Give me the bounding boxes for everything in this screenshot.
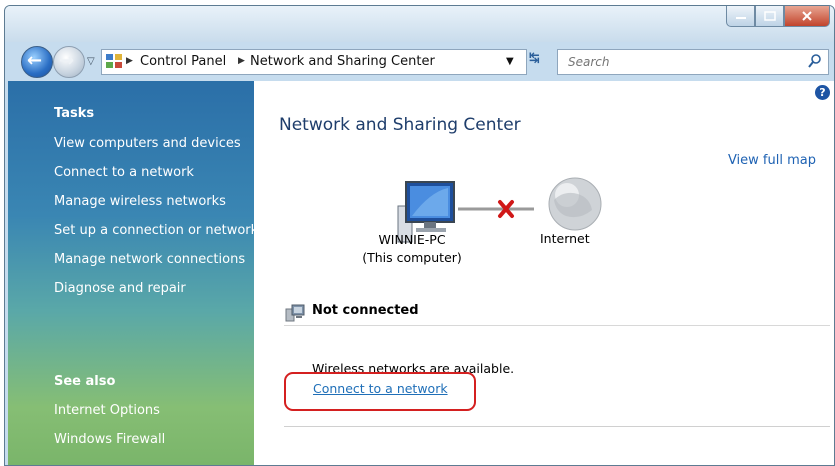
- refresh-button[interactable]: ↹: [529, 51, 540, 66]
- see-also-heading: See also: [54, 374, 116, 389]
- view-full-map-link[interactable]: View full map: [728, 153, 816, 168]
- divider: [284, 426, 830, 427]
- forward-arrow-icon: →: [59, 50, 75, 71]
- main-content: ? Network and Sharing Center View full m…: [254, 81, 834, 465]
- maximize-icon: [763, 11, 776, 21]
- recent-pages-dropdown-icon[interactable]: ▽: [87, 56, 95, 67]
- task-link-setup-connection[interactable]: Set up a connection or network: [54, 223, 258, 238]
- see-also-internet-options[interactable]: Internet Options: [54, 403, 160, 418]
- task-link-diagnose-repair[interactable]: Diagnose and repair: [54, 281, 186, 296]
- breadcrumb-separator-icon[interactable]: ▶: [238, 56, 245, 66]
- close-icon: [802, 11, 812, 21]
- title-bar: [5, 6, 834, 42]
- task-link-connect-network[interactable]: Connect to a network: [54, 165, 194, 180]
- minimize-button[interactable]: [726, 6, 755, 27]
- task-pane: Tasks View computers and devices Connect…: [8, 81, 258, 465]
- internet-globe-icon[interactable]: [548, 177, 602, 231]
- computer-name: WINNIE-PC: [378, 232, 446, 247]
- close-button[interactable]: [784, 6, 830, 27]
- help-icon[interactable]: ?: [815, 85, 830, 100]
- page-title: Network and Sharing Center: [279, 115, 521, 135]
- window-controls: [726, 6, 830, 27]
- task-link-manage-connections[interactable]: Manage network connections: [54, 252, 245, 267]
- task-link-view-computers[interactable]: View computers and devices: [54, 136, 241, 151]
- task-link-manage-wireless[interactable]: Manage wireless networks: [54, 194, 226, 209]
- search-box[interactable]: [557, 49, 829, 75]
- navigation-bar: ← → ▽ ▶ Control Panel ▶ Network and Shar…: [5, 46, 834, 80]
- search-input[interactable]: [566, 54, 790, 70]
- address-dropdown-icon[interactable]: ▼: [506, 56, 514, 67]
- computer-subtitle: (This computer): [362, 250, 462, 265]
- minimize-icon: [735, 17, 746, 19]
- back-arrow-icon: ←: [27, 50, 43, 71]
- back-button[interactable]: ←: [21, 46, 53, 78]
- forward-button[interactable]: →: [53, 46, 85, 78]
- computer-label: WINNIE-PC (This computer): [354, 231, 470, 267]
- network-status-icon: [285, 304, 305, 322]
- connect-to-network-link[interactable]: Connect to a network: [313, 381, 448, 396]
- maximize-button[interactable]: [755, 6, 784, 27]
- address-bar[interactable]: ▶ Control Panel ▶ Network and Sharing Ce…: [101, 49, 527, 75]
- see-also-windows-firewall[interactable]: Windows Firewall: [54, 432, 165, 447]
- divider: [284, 325, 830, 326]
- tasks-heading: Tasks: [54, 106, 95, 121]
- breadcrumb-control-panel[interactable]: Control Panel: [140, 54, 226, 69]
- search-icon[interactable]: [808, 53, 822, 69]
- breadcrumb-network-sharing-center[interactable]: Network and Sharing Center: [250, 54, 435, 69]
- window: ← → ▽ ▶ Control Panel ▶ Network and Shar…: [4, 5, 835, 466]
- internet-label: Internet: [540, 231, 590, 246]
- connection-status: Not connected: [312, 303, 419, 318]
- control-panel-icon: [106, 54, 122, 68]
- breadcrumb-separator-icon[interactable]: ▶: [126, 56, 133, 66]
